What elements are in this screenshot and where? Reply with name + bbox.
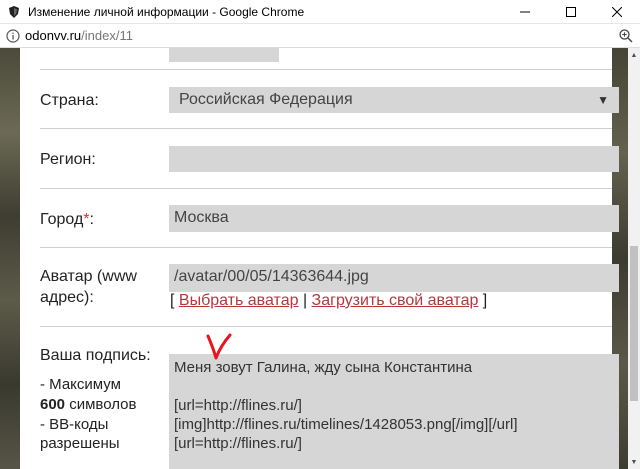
- choose-avatar-link[interactable]: Выбрать аватар: [179, 292, 299, 309]
- window-title: Изменение личной информации - Google Chr…: [28, 4, 305, 19]
- avatar-links: [ Выбрать аватар | Загрузить свой аватар…: [170, 292, 487, 310]
- hint-max-line2: 600 символов: [40, 395, 136, 414]
- page-viewport: Страна: Российская Федерация ▼ Регион: Г…: [0, 48, 640, 469]
- link-divider: |: [298, 292, 312, 309]
- url-path: /index/11: [81, 28, 133, 43]
- minimize-button[interactable]: [502, 0, 548, 24]
- maximize-icon: [566, 6, 576, 17]
- vertical-scrollbar[interactable]: ▲ ▼: [628, 48, 640, 469]
- region-label: Регион:: [40, 151, 96, 168]
- hint-max-suffix: символов: [65, 396, 137, 413]
- separator: [40, 128, 612, 129]
- close-icon: [612, 6, 622, 17]
- avatar-label-line1: Аватар (www: [40, 268, 137, 285]
- app-shield-icon: [9, 5, 19, 18]
- country-label: Страна:: [40, 92, 99, 109]
- avatar-url-input[interactable]: /avatar/00/05/14363644.jpg: [169, 264, 619, 292]
- bracket-open: [: [170, 292, 179, 309]
- close-button[interactable]: [594, 0, 640, 24]
- red-check-annotation-icon: [206, 333, 232, 360]
- scroll-down-icon[interactable]: ▼: [628, 455, 640, 469]
- country-value: Российская Федерация: [179, 91, 353, 108]
- hint-bb-line1: - BB-коды: [40, 416, 109, 433]
- background-texture-left: [0, 48, 20, 469]
- signature-line: [img]http://flines.ru/timelines/1428053.…: [174, 416, 518, 433]
- separator: [40, 247, 612, 248]
- region-input[interactable]: [169, 146, 619, 172]
- hint-max-line1: - Максимум: [40, 376, 121, 393]
- signature-label: Ваша подпись:: [40, 347, 151, 364]
- avatar-label-line2: адрес):: [40, 289, 94, 306]
- info-icon[interactable]: [6, 28, 20, 43]
- signature-line: [url=http://flines.ru/]: [174, 435, 302, 452]
- avatar-label: Аватар (www адрес):: [40, 266, 137, 308]
- city-label: Город*:: [40, 209, 94, 230]
- window-titlebar: Изменение личной информации - Google Chr…: [0, 0, 640, 24]
- scroll-up-icon[interactable]: ▲: [628, 48, 640, 62]
- country-select[interactable]: Российская Федерация ▼: [169, 87, 619, 113]
- minimize-icon: [520, 11, 530, 12]
- address-bar[interactable]: odonvv.ru/index/11: [0, 24, 640, 48]
- signature-line: [174, 377, 614, 396]
- profile-form: Страна: Российская Федерация ▼ Регион: Г…: [20, 48, 619, 469]
- signature-line: [url=http://flines.ru/]: [174, 397, 302, 414]
- bracket-close: ]: [478, 292, 488, 309]
- url-text[interactable]: odonvv.ru/index/11: [25, 28, 618, 43]
- url-host: odonvv.ru: [25, 28, 82, 43]
- scrollbar-thumb[interactable]: [630, 246, 638, 401]
- signature-textarea[interactable]: Меня зовут Галина, жду сына Константина …: [169, 354, 619, 469]
- dropdown-arrow-icon: ▼: [597, 93, 609, 107]
- previous-field-remnant[interactable]: [169, 48, 279, 62]
- city-label-colon: :: [89, 211, 94, 228]
- maximize-button[interactable]: [548, 0, 594, 24]
- separator: [40, 69, 612, 70]
- upload-avatar-link[interactable]: Загрузить свой аватар: [312, 292, 479, 309]
- city-label-text: Город: [40, 211, 84, 228]
- zoom-icon[interactable]: [618, 28, 634, 44]
- hint-max-number: 600: [40, 396, 66, 413]
- separator: [40, 188, 612, 189]
- hint-bb-line2: разрешены: [40, 435, 120, 452]
- city-input[interactable]: Москва: [169, 205, 619, 232]
- signature-line: Меня зовут Галина, жду сына Константина: [174, 359, 473, 376]
- separator: [40, 326, 612, 327]
